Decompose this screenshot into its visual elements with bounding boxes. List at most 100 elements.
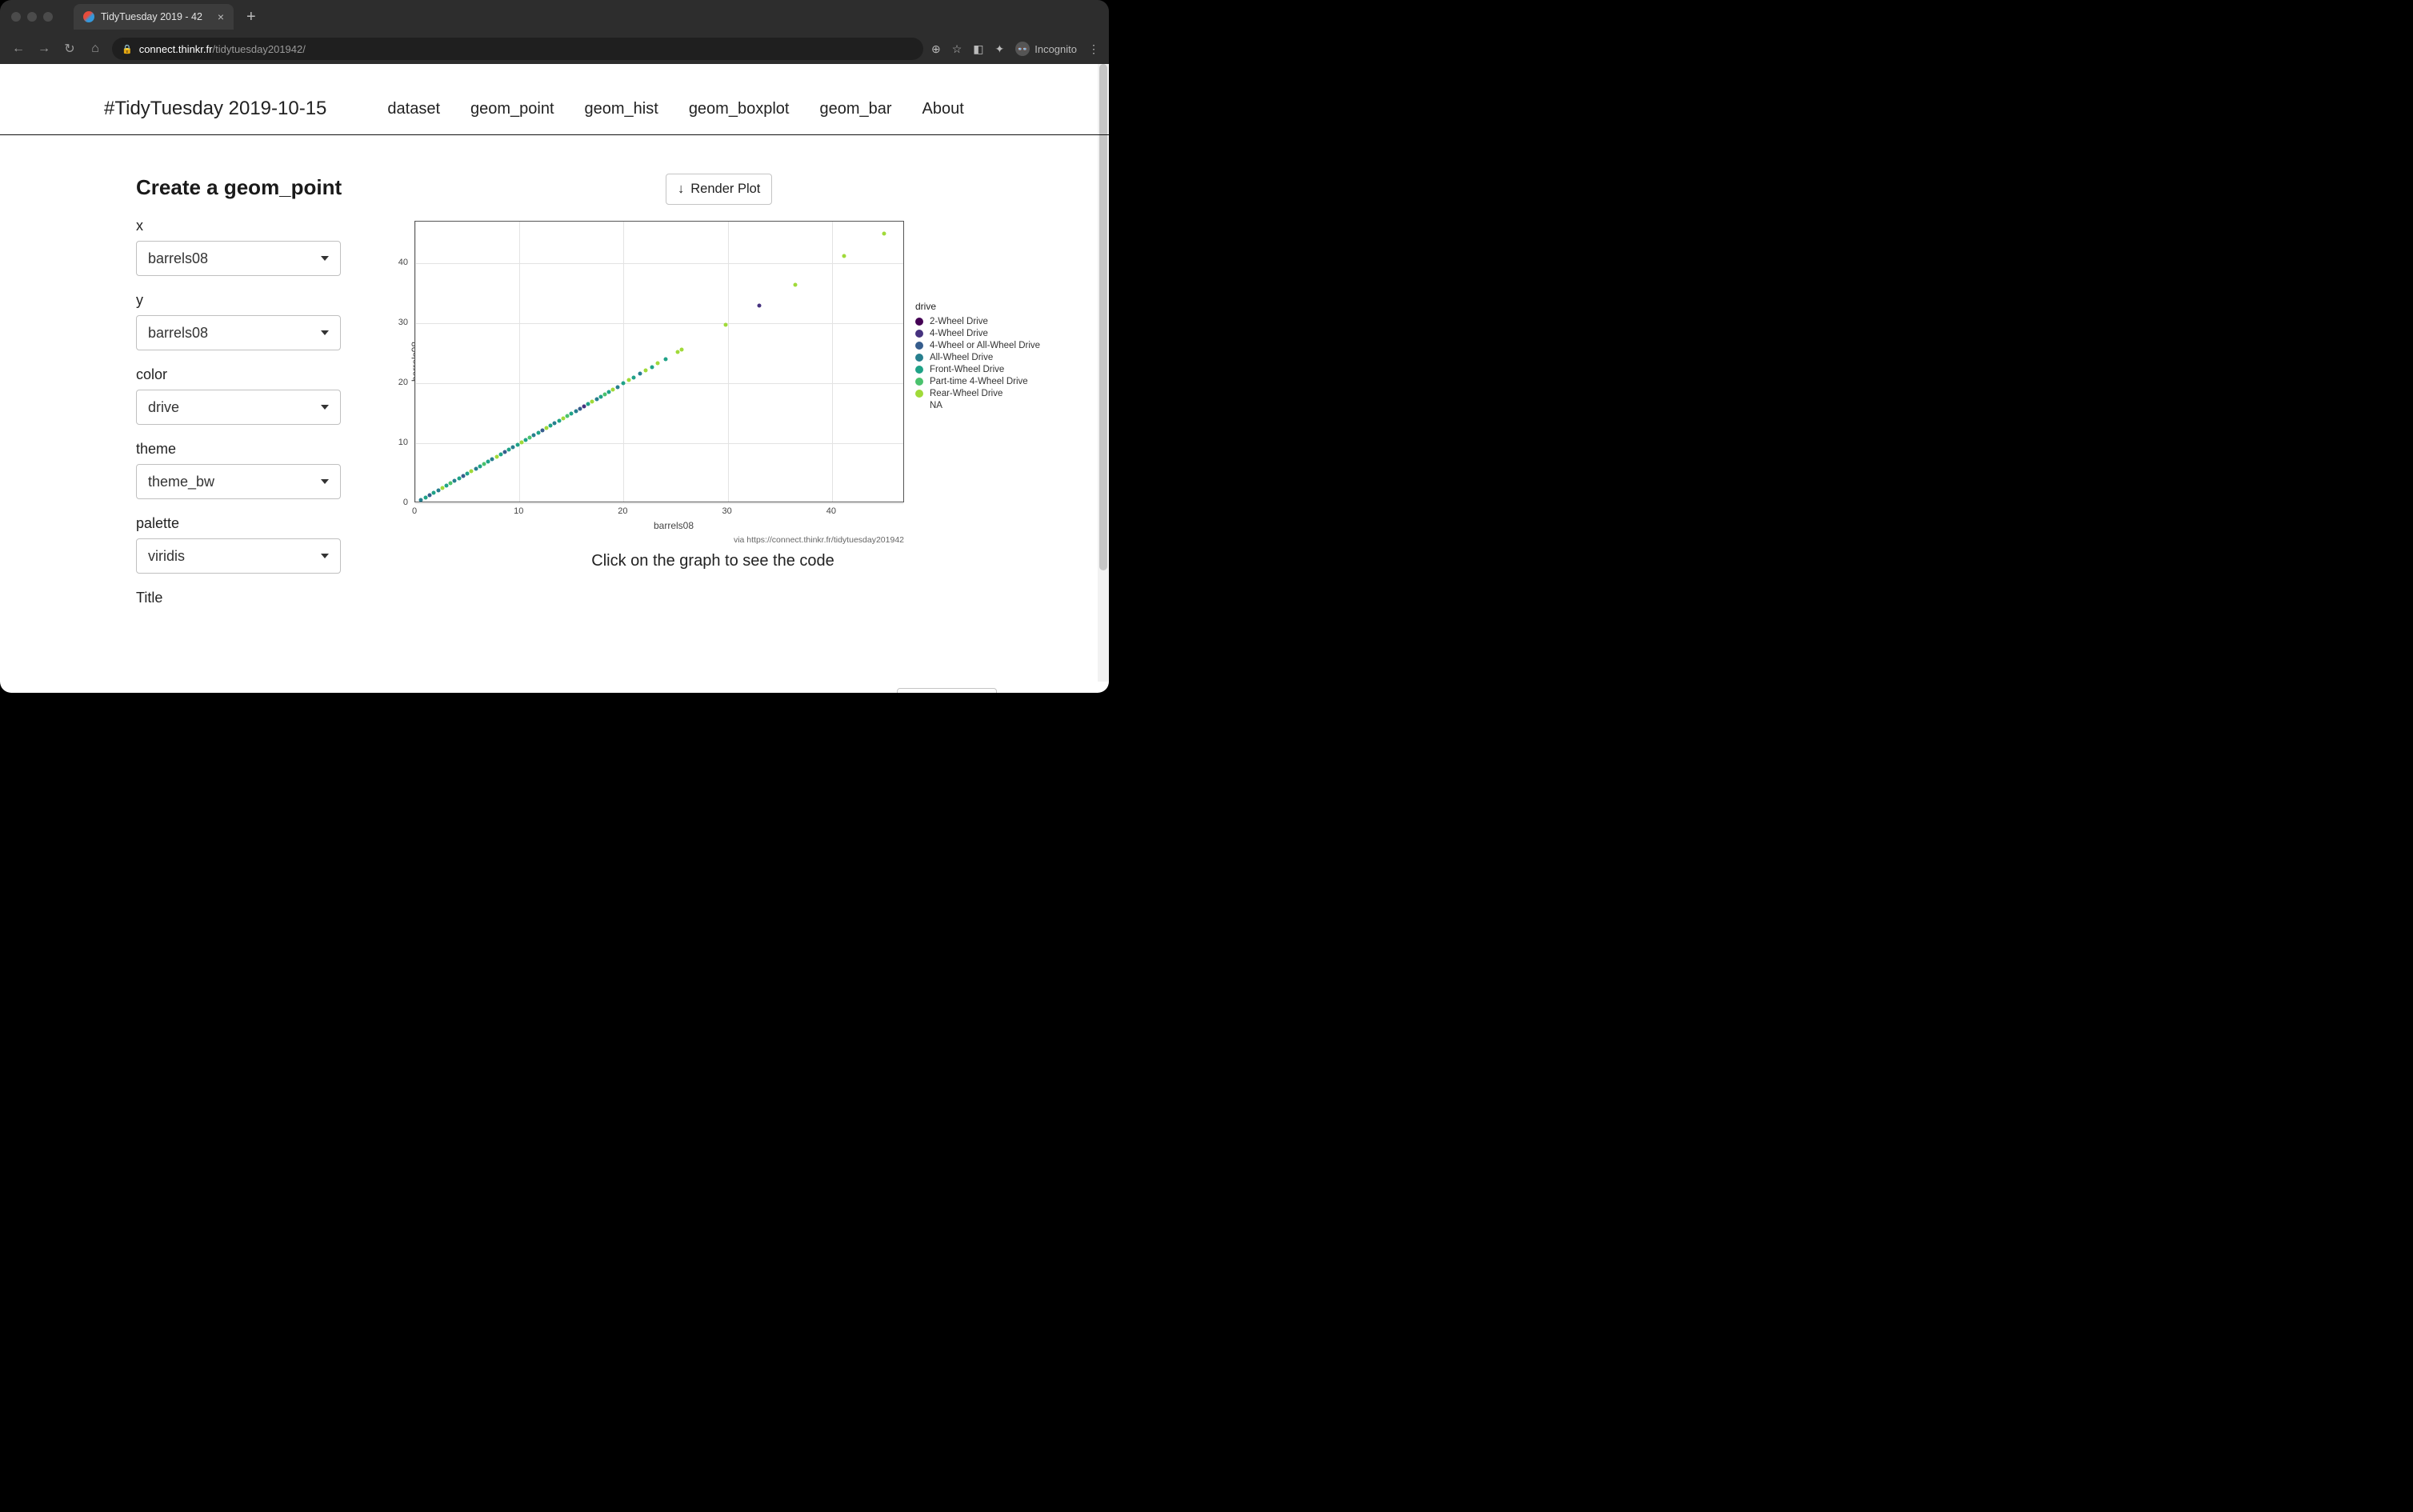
legend-title: drive [915,301,1040,312]
url-path: /tidytuesday201942/ [212,43,305,55]
minimize-window-icon[interactable] [27,12,37,22]
browser-tab[interactable]: TidyTuesday 2019 - 42 × [74,4,234,30]
y-tick: 40 [398,258,408,267]
maximize-window-icon[interactable] [43,12,53,22]
nav-geom-boxplot[interactable]: geom_boxplot [689,100,790,118]
forward-icon[interactable]: → [35,42,53,56]
data-point [557,418,561,422]
back-icon[interactable]: ← [10,42,27,56]
legend-label: 2-Wheel Drive [930,317,988,326]
legend: drive 2-Wheel Drive4-Wheel Drive4-Wheel … [915,301,1040,413]
browser-chrome: TidyTuesday 2019 - 42 × + ← → ↻ ⌂ 🔒 conn… [0,0,1109,64]
chevron-down-icon [321,554,329,558]
legend-item: Rear-Wheel Drive [915,389,1040,398]
browser-menu-icon[interactable]: ⋮ [1088,42,1099,56]
palette-select-value: viridis [148,548,185,565]
data-point [470,469,474,473]
data-point [882,231,886,235]
data-point [724,322,728,326]
legend-swatch-icon [915,390,923,398]
legend-swatch-icon [915,366,923,374]
data-point [528,435,532,439]
data-point [561,416,565,420]
data-point [594,397,598,401]
title-label: Title [136,590,350,606]
data-point [757,303,761,307]
legend-item: Front-Wheel Drive [915,365,1040,374]
data-point [650,365,654,369]
data-point [545,426,549,430]
extensions-menu-icon[interactable]: ✦ [995,42,1005,56]
nav-geom-hist[interactable]: geom_hist [585,100,658,118]
nav-about[interactable]: About [922,100,964,118]
data-point [663,358,667,362]
legend-swatch-icon [915,342,923,350]
data-point [615,385,619,389]
y-select[interactable]: barrels08 [136,315,341,350]
data-point [461,474,465,478]
page-header: #TidyTuesday 2019-10-15 dataset geom_poi… [0,64,1109,135]
legend-swatch-icon [915,354,923,362]
data-point [794,282,798,286]
nav-geom-bar[interactable]: geom_bar [819,100,891,118]
x-tick: 0 [412,506,417,516]
bookmark-icon[interactable]: ☆ [952,42,962,56]
legend-label: 4-Wheel Drive [930,329,988,338]
data-point [436,488,440,492]
palette-label: palette [136,515,350,532]
palette-select[interactable]: viridis [136,538,341,574]
data-point [638,372,642,376]
data-point [602,392,606,396]
favicon-icon [83,11,94,22]
data-point [445,483,449,487]
legend-swatch-icon [915,378,923,386]
plot-area[interactable]: barrels08 barrels08 via https://connect.… [386,221,904,502]
data-point [453,478,457,482]
legend-label: NA [930,401,942,410]
close-window-icon[interactable] [11,12,21,22]
close-tab-icon[interactable]: × [218,11,224,22]
plot-caption: via https://connect.thinkr.fr/tidytuesda… [734,535,904,545]
data-point [482,462,486,466]
data-point [507,447,511,451]
render-plot-button[interactable]: ↓ Render Plot [666,174,772,205]
data-point [540,428,544,432]
nav-dataset[interactable]: dataset [387,100,440,118]
data-point [502,450,506,454]
x-axis-label: barrels08 [654,520,694,531]
download-button[interactable]: ⬇ Download [897,688,997,693]
legend-swatch-icon [915,330,923,338]
extension-icon[interactable]: ◧ [973,42,983,56]
zoom-icon[interactable]: ⊕ [931,42,941,56]
data-point [622,382,626,386]
x-tick: 30 [722,506,732,516]
data-point [586,402,590,406]
data-point [578,406,582,410]
nav-geom-point[interactable]: geom_point [470,100,554,118]
main-nav: dataset geom_point geom_hist geom_boxplo… [387,100,963,118]
address-bar[interactable]: 🔒 connect.thinkr.fr/tidytuesday201942/ [112,38,923,60]
reload-icon[interactable]: ↻ [61,41,78,57]
theme-select[interactable]: theme_bw [136,464,341,499]
data-point [418,498,422,502]
data-point [490,457,494,461]
color-select[interactable]: drive [136,390,341,425]
x-select-value: barrels08 [148,250,208,267]
controls-sidebar: Create a geom_point x barrels08 y barrel… [136,175,350,613]
url-host: connect.thinkr.fr [139,43,213,55]
legend-label: Front-Wheel Drive [930,365,1004,374]
data-point [532,433,536,437]
home-icon[interactable]: ⌂ [86,42,104,56]
data-point [566,414,570,418]
theme-select-value: theme_bw [148,474,214,490]
y-tick: 0 [403,498,408,507]
chevron-down-icon [321,330,329,335]
new-tab-button[interactable]: + [242,8,261,26]
data-point [598,394,602,398]
data-point [536,430,540,434]
theme-label: theme [136,441,350,458]
plot-hint: Click on the graph to see the code [386,552,1040,570]
legend-label: Part-time 4-Wheel Drive [930,377,1028,386]
legend-label: Rear-Wheel Drive [930,389,1002,398]
x-select[interactable]: barrels08 [136,241,341,276]
